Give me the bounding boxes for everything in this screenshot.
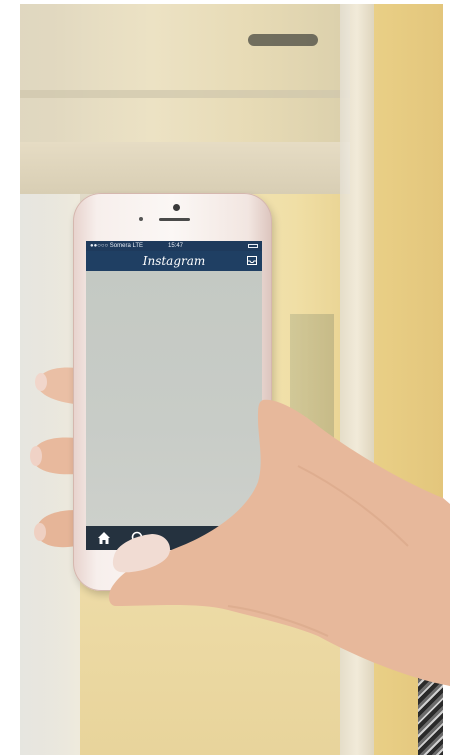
feed-area[interactable]	[86, 271, 262, 526]
background-balcony-slab	[20, 142, 350, 194]
phone-screen: ●●○○○ Somera LTE 15:47 Instagram	[86, 241, 262, 550]
background-balcony-railing	[20, 4, 350, 144]
home-icon[interactable]	[96, 530, 112, 546]
proximity-sensor	[139, 217, 143, 221]
status-carrier: ●●○○○ Somera LTE	[90, 243, 144, 249]
background-window	[290, 314, 334, 454]
search-icon[interactable]	[130, 530, 146, 546]
background-wall-right	[374, 4, 443, 755]
inbox-icon[interactable]	[247, 256, 257, 265]
status-bar: ●●○○○ Somera LTE 15:47	[86, 241, 262, 251]
front-camera	[173, 204, 180, 211]
earpiece-speaker	[159, 218, 190, 221]
background-lamp	[248, 34, 318, 46]
app-title: Instagram	[142, 254, 206, 268]
background-wall-lower	[80, 564, 340, 755]
smartphone: ●●○○○ Somera LTE 15:47 Instagram	[73, 193, 272, 591]
status-time: 15:47	[168, 243, 184, 249]
background-railing-bar	[20, 90, 350, 98]
app-header: Instagram	[86, 251, 262, 271]
sleeve	[418, 674, 443, 755]
background-pillar	[340, 4, 374, 755]
battery-icon	[248, 244, 258, 248]
tab-bar	[86, 526, 262, 550]
scene: ●●○○○ Somera LTE 15:47 Instagram	[0, 0, 450, 755]
